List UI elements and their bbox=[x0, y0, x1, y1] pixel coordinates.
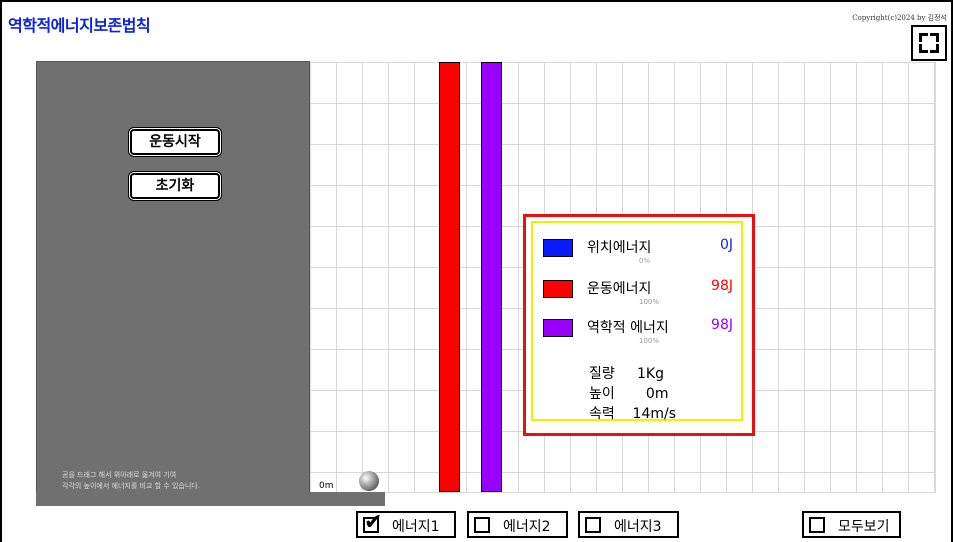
energy3-label: 에너지3 bbox=[614, 519, 662, 535]
kinetic-value: 98J bbox=[711, 278, 733, 294]
instruction-text: 공을 드래그 해서 위아래로 옮겨여 기여 각각의 높이에서 에너지를 비교 할… bbox=[62, 470, 200, 492]
potential-color-swatch bbox=[543, 239, 573, 257]
mechanical-energy-row: 역학적 에너지 98J 100% bbox=[543, 317, 733, 345]
mechanical-energy-bar bbox=[481, 62, 502, 492]
mechanical-label: 역학적 에너지 bbox=[587, 320, 669, 336]
energy1-checkbox[interactable]: ✔ 에너지1 bbox=[356, 511, 456, 538]
energy1-label: 에너지1 bbox=[392, 519, 440, 535]
mass-readout: 질량 1Kg bbox=[589, 366, 664, 382]
kinetic-percent: 100% bbox=[639, 298, 660, 306]
instruction-line-2: 각각의 높이에서 에너지를 비교 할 수 있습니다. bbox=[62, 482, 200, 490]
mechanical-value: 98J bbox=[711, 317, 733, 333]
potential-energy-row: 위치에너지 0J 0% bbox=[543, 237, 733, 265]
energy2-checkbox[interactable]: 에너지2 bbox=[467, 511, 568, 538]
show-all-checkbox-box bbox=[809, 517, 825, 533]
mechanical-color-swatch bbox=[543, 319, 573, 337]
potential-percent: 0% bbox=[639, 257, 651, 265]
app-title: 역학적에너지보존법칙 bbox=[8, 16, 151, 35]
energy2-checkbox-box bbox=[474, 517, 490, 533]
energy-info-inner: 위치에너지 0J 0% 운동에너지 98J 100% 역학적 에너지 98J 1… bbox=[531, 221, 743, 422]
kinetic-label: 운동에너지 bbox=[587, 281, 652, 297]
checkmark-icon: ✔ bbox=[364, 510, 383, 535]
reset-button[interactable]: 초기화 bbox=[130, 173, 220, 199]
instruction-line-1: 공을 드래그 해서 위아래로 옮겨여 기여 bbox=[62, 471, 177, 479]
energy3-checkbox[interactable]: 에너지3 bbox=[578, 511, 679, 538]
energy1-checkbox-box: ✔ bbox=[363, 512, 382, 534]
mechanical-percent: 100% bbox=[639, 337, 660, 345]
kinetic-energy-row: 운동에너지 98J 100% bbox=[543, 278, 733, 306]
potential-value: 0J bbox=[719, 237, 733, 253]
energy2-label: 에너지2 bbox=[503, 519, 551, 535]
kinetic-energy-bar bbox=[439, 62, 460, 492]
fullscreen-icon-corner bbox=[930, 44, 939, 53]
fullscreen-icon bbox=[919, 33, 928, 42]
energy-info-panel: 위치에너지 0J 0% 운동에너지 98J 100% 역학적 에너지 98J 1… bbox=[523, 214, 755, 436]
fullscreen-icon-corner bbox=[930, 33, 939, 42]
copyright-text: Copyright(c)2024 by 김정석 bbox=[852, 14, 947, 22]
height-platform bbox=[36, 61, 310, 493]
ground-floor bbox=[36, 492, 385, 506]
draggable-ball[interactable] bbox=[359, 471, 379, 491]
kinetic-color-swatch bbox=[543, 280, 573, 298]
show-all-checkbox[interactable]: 모두보기 bbox=[802, 511, 901, 538]
height-stat-readout: 높이 0m bbox=[589, 386, 669, 402]
height-readout: 0m bbox=[319, 481, 334, 491]
speed-readout: 속력 14m/s bbox=[589, 406, 677, 422]
energy3-checkbox-box bbox=[585, 517, 601, 533]
fullscreen-button[interactable] bbox=[911, 25, 947, 61]
potential-label: 위치에너지 bbox=[587, 240, 652, 256]
show-all-label: 모두보기 bbox=[838, 519, 890, 535]
fullscreen-icon-corner bbox=[919, 44, 928, 53]
start-motion-button[interactable]: 운동시작 bbox=[130, 129, 220, 155]
frame-top-border bbox=[0, 0, 953, 2]
